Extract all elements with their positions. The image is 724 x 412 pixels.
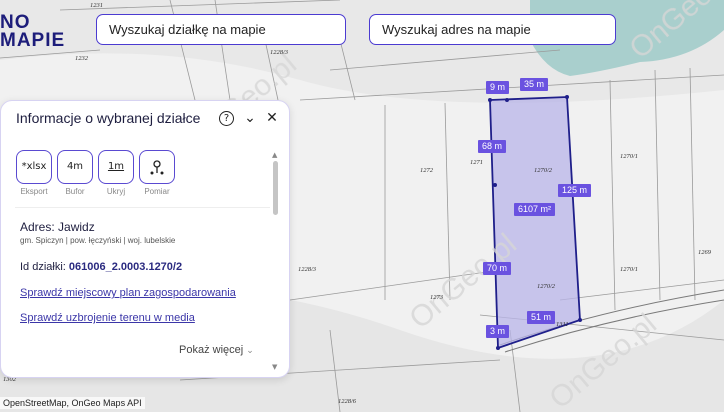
- export-icon: *xlsx: [21, 161, 47, 172]
- address-subtext: gm. Spiczyn | pow. łęczyński | woj. lube…: [20, 236, 176, 245]
- measure-label: 125 m: [558, 184, 592, 197]
- utilities-link[interactable]: Sprawdź uzbrojenie terenu w media: [20, 312, 195, 324]
- scroll-up-icon[interactable]: ▲: [272, 151, 277, 159]
- parcel-info-panel: Informacje o wybranej działce ? ⌄ ✕ *xls…: [0, 100, 290, 378]
- parcel-label: 1270/1: [620, 266, 639, 273]
- zoning-plan-link[interactable]: Sprawdź miejscowy plan zagospodarowania: [20, 287, 236, 299]
- measure-label: 9 m: [486, 81, 510, 94]
- export-label: Eksport: [20, 187, 48, 196]
- address-search-input[interactable]: Wyszukaj adres na mapie: [369, 14, 616, 45]
- parcel-id: Id działki: 061006_2.0003.1270/2: [20, 261, 182, 273]
- parcel-label: 1232: [75, 55, 88, 62]
- measure-button[interactable]: [139, 150, 175, 184]
- hide-label: Ukryj: [106, 187, 126, 196]
- scroll-down-icon[interactable]: ▼: [272, 363, 277, 371]
- area-label: 6107 m²: [514, 203, 556, 216]
- measure-label: Pomiar: [144, 187, 170, 196]
- parcel-id-label: Id działki:: [20, 261, 66, 273]
- buffer-label: Bufor: [65, 187, 85, 196]
- buffer-icon: 4m: [66, 161, 84, 172]
- panel-title: Informacje o wybranej działce: [16, 110, 201, 126]
- export-button[interactable]: *xlsx: [16, 150, 52, 184]
- parcel-label: 1270/2: [537, 283, 556, 290]
- parcel-search-input[interactable]: Wyszukaj działkę na mapie: [96, 14, 346, 45]
- show-more-button[interactable]: Pokaż więcej ⌄: [179, 344, 254, 356]
- parcel-label: 1270/2: [534, 167, 553, 174]
- divider: [15, 207, 270, 208]
- parcel-label: 1228/3: [298, 266, 317, 273]
- logo-text-bottom: MAPIE: [0, 30, 66, 51]
- chevron-down-icon[interactable]: ⌄: [241, 109, 259, 127]
- app-logo[interactable]: NO MAPIE: [0, 12, 65, 56]
- parcel-label: 1270/1: [620, 153, 639, 160]
- ruler-icon: 1m: [107, 161, 125, 172]
- measure-label: 35 m: [520, 78, 549, 91]
- help-icon[interactable]: ?: [219, 111, 234, 126]
- map-attribution[interactable]: OpenStreetMap, OnGeo Maps API: [0, 397, 145, 409]
- measure-label: 51 m: [527, 311, 556, 324]
- show-more-label: Pokaż więcej: [179, 344, 244, 356]
- pin-icon: [150, 160, 164, 175]
- measure-label: 70 m: [483, 262, 512, 275]
- parcel-label: 1269: [698, 249, 711, 256]
- close-icon[interactable]: ✕: [263, 109, 281, 127]
- parcel-label: 1273: [430, 294, 443, 301]
- measure-label: 3 m: [486, 325, 510, 338]
- buffer-button[interactable]: 4m: [57, 150, 93, 184]
- address-text: Adres: Jawidz: [20, 220, 95, 234]
- measure-label: 68 m: [478, 140, 507, 153]
- parcel-label: 1228/6: [338, 398, 357, 405]
- parcel-label: 1311: [556, 321, 569, 328]
- parcel-label: 1228/3: [270, 49, 289, 56]
- parcel-id-value: 061006_2.0003.1270/2: [68, 261, 183, 273]
- parcel-label: 1272: [420, 167, 433, 174]
- parcel-label: 1271: [470, 159, 483, 166]
- hide-button[interactable]: 1m: [98, 150, 134, 184]
- scrollbar-thumb[interactable]: [273, 161, 278, 215]
- parcel-label: 1231: [90, 2, 103, 9]
- chevron-down-icon: ⌄: [246, 345, 254, 355]
